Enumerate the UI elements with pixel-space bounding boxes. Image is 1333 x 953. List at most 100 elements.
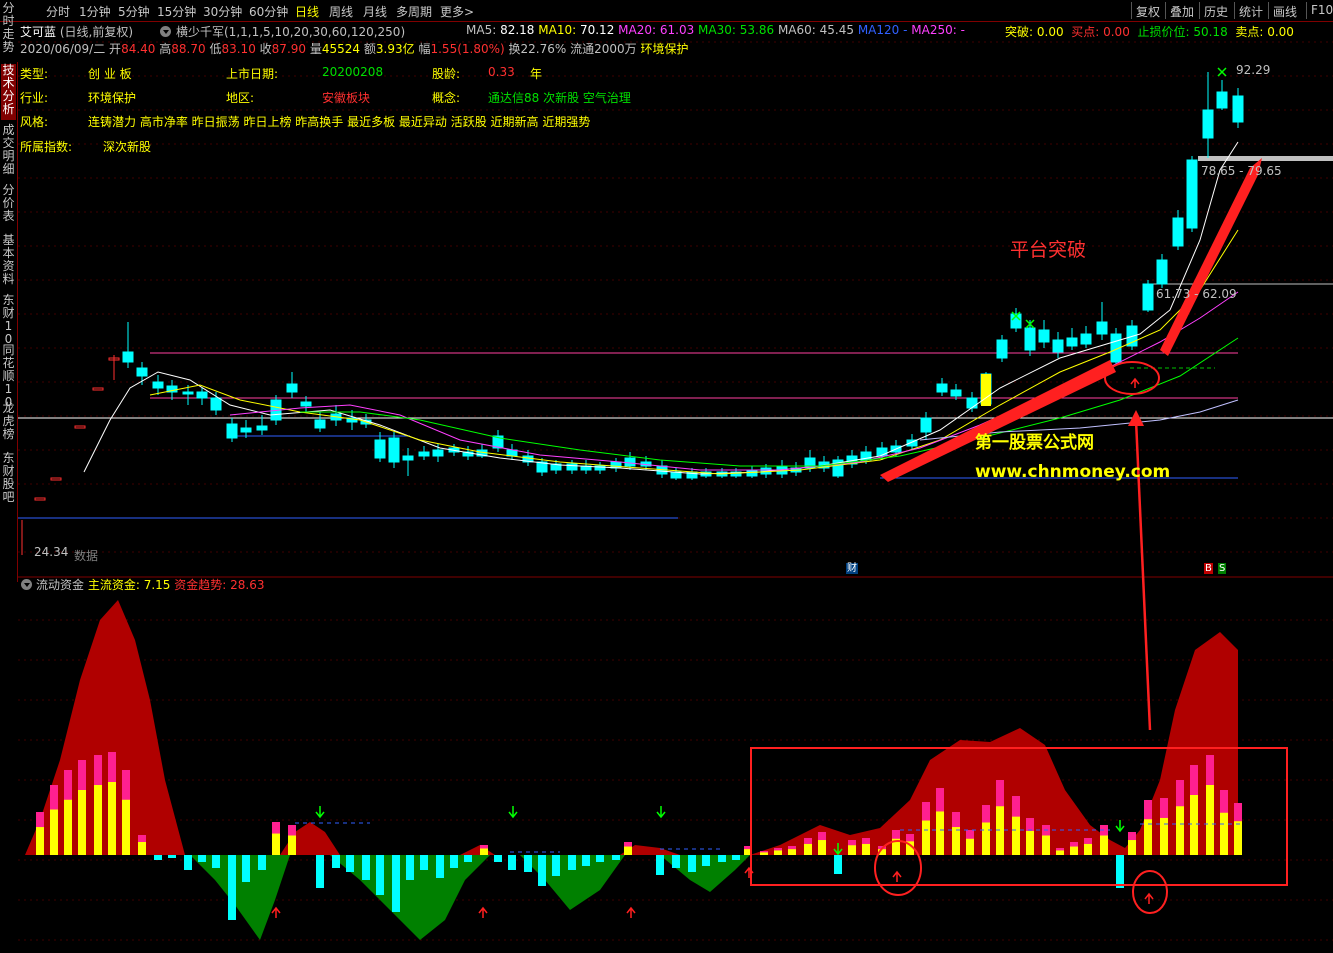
- fund-bar-negative: [834, 855, 842, 874]
- up-arrow-icon: [478, 906, 488, 918]
- fund-bar-negative: [346, 855, 354, 872]
- fund-bar-cap: [936, 788, 944, 812]
- candle-body: [996, 339, 1008, 359]
- annotation-arrow: [1160, 158, 1262, 356]
- fund-bar-cap: [138, 835, 146, 842]
- candle-body: [374, 439, 386, 459]
- fund-bar-negative: [524, 855, 532, 872]
- fund-bar-negative: [656, 855, 664, 875]
- fund-bar-negative: [596, 855, 604, 862]
- sub-indicator-header: 流动资金 主流资金: 7.15 资金趋势: 28.63: [36, 578, 265, 592]
- chevron-down-icon[interactable]: [21, 579, 32, 590]
- info-index: 深次新股: [103, 140, 152, 154]
- candle-body: [1038, 329, 1050, 343]
- fund-bar-negative: [1116, 855, 1124, 888]
- indicator-params[interactable]: 横少千军(1,1,1,5,10,20,30,60,120,250): [176, 23, 405, 40]
- ma5-line: [83, 141, 1239, 475]
- fund-bar-negative: [612, 855, 620, 860]
- info-region-label: 地区:: [226, 91, 255, 105]
- candle-body: [1052, 339, 1064, 353]
- candle-body: [418, 451, 430, 457]
- candle-body: [1232, 95, 1244, 123]
- fund-bar-cap: [1220, 790, 1228, 813]
- fund-bar-cap: [966, 830, 974, 839]
- fund-bar-negative: [718, 855, 726, 862]
- sell-marker-icon: [1217, 67, 1227, 77]
- fund-bar-cap: [774, 848, 782, 851]
- up-arrow-icon: [271, 906, 281, 918]
- info-industry-label: 行业:: [20, 91, 49, 105]
- fund-bar-negative: [376, 855, 384, 895]
- fund-bar-negative: [464, 855, 472, 862]
- candle-body: [1066, 337, 1078, 347]
- fund-bar-cap: [1026, 818, 1034, 831]
- level-bar: [1198, 156, 1333, 161]
- fund-bar-cap: [922, 802, 930, 821]
- fund-bar-cap: [1070, 842, 1078, 847]
- fund-bar-cap: [996, 780, 1004, 807]
- info-list-date: 20200208: [322, 65, 384, 79]
- fund-bar-negative: [258, 855, 266, 870]
- fund-bar-cap: [818, 832, 826, 841]
- fund-bar-cap: [804, 838, 812, 844]
- candle-body: [624, 457, 636, 467]
- price-level1-label: 78.65 - 79.65: [1201, 164, 1282, 178]
- fund-bar-cap: [78, 760, 86, 790]
- fund-bar-negative: [154, 855, 162, 860]
- fund-bar-negative: [582, 855, 590, 866]
- ma-values: MA5: 82.18 MA10: 70.12 MA20: 61.03 MA30:…: [466, 23, 965, 37]
- fund-bar-cap: [480, 845, 488, 849]
- down-arrow-icon: [656, 806, 666, 819]
- candle-body: [300, 401, 312, 407]
- fund-bar-negative: [168, 855, 176, 858]
- up-arrow-icon: [626, 906, 636, 918]
- neg-area: [190, 855, 290, 940]
- fund-bar-cap: [122, 770, 130, 800]
- fund-area: [460, 845, 495, 855]
- fund-bar-negative: [184, 855, 192, 870]
- candle-body: [50, 477, 62, 481]
- fund-bar-negative: [568, 855, 576, 870]
- fund-bar-negative: [552, 855, 560, 876]
- candle-body: [1024, 327, 1036, 351]
- fund-bar-negative: [228, 855, 236, 920]
- fund-bar-cap: [892, 830, 900, 839]
- candle-body: [286, 383, 298, 393]
- candle-body: [34, 497, 46, 501]
- candle-body: [210, 397, 222, 411]
- candle-body: [1186, 159, 1198, 229]
- fund-bar-cap: [1056, 848, 1064, 851]
- fund-bar-cap: [1176, 780, 1184, 807]
- chevron-down-icon[interactable]: [160, 26, 171, 37]
- info-concepts: 通达信88 次新股 空气治理: [488, 91, 631, 105]
- candle-body: [950, 389, 962, 397]
- candle-body: [1156, 259, 1168, 285]
- fund-bar-negative: [538, 855, 546, 886]
- fund-bar-negative: [332, 855, 340, 868]
- stock-header: 艾可蓝 (日线,前复权): [20, 23, 133, 40]
- info-age-label: 股龄:: [432, 67, 461, 81]
- candle-body: [1142, 283, 1154, 311]
- candle-body: [920, 417, 932, 433]
- no-data-label: 数据: [74, 549, 99, 563]
- candle-body: [182, 391, 194, 395]
- fund-bar-negative: [450, 855, 458, 868]
- fund-bar-cap: [624, 842, 632, 847]
- highlight-circle: [1132, 870, 1168, 914]
- info-age-unit: 年: [530, 67, 543, 81]
- fund-bar-cap: [982, 805, 990, 823]
- candle-body: [566, 463, 578, 471]
- up-arrow-icon: [1130, 377, 1140, 388]
- down-arrow-icon: [1115, 820, 1125, 833]
- info-industry: 环境保护: [88, 91, 137, 105]
- price-level2-label: 61.73 - 62.09: [1156, 287, 1237, 301]
- candle-body: [92, 387, 104, 391]
- buy-tag[interactable]: B: [1204, 563, 1213, 574]
- fund-bar-negative: [362, 855, 370, 880]
- finance-tag[interactable]: 财: [846, 563, 858, 574]
- stock-name: 艾可蓝: [20, 25, 57, 39]
- fund-bar-negative: [420, 855, 428, 870]
- fund-bar-negative: [406, 855, 414, 880]
- sell-tag[interactable]: S: [1218, 563, 1227, 574]
- fund-bar-negative: [392, 855, 400, 912]
